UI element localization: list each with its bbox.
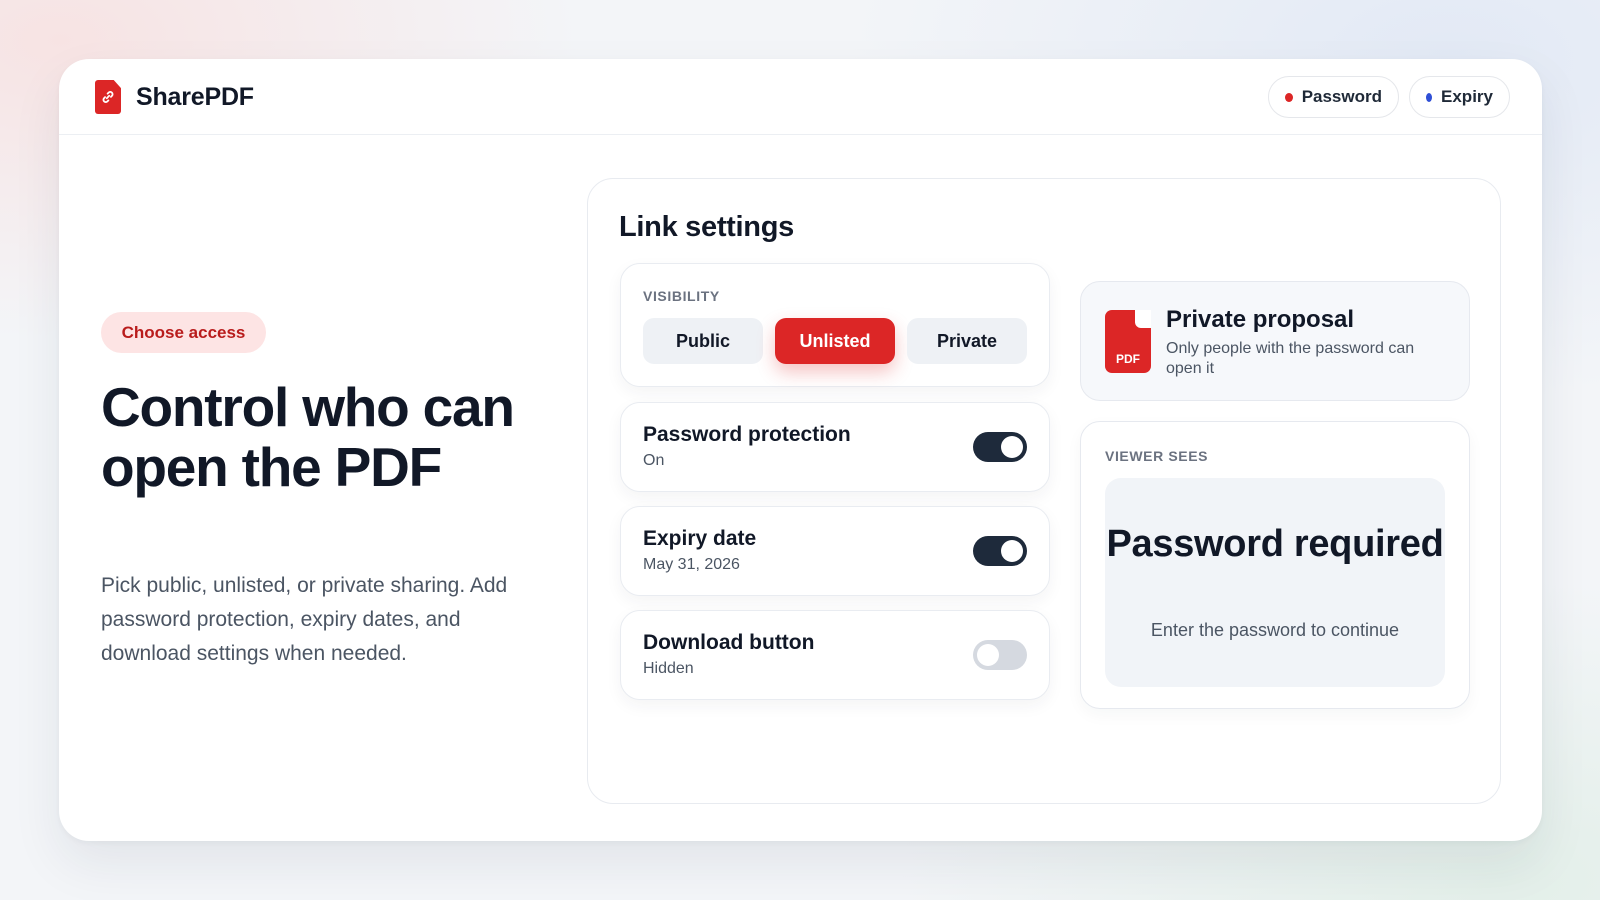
pdf-fold: [1135, 310, 1151, 328]
expiry-date-toggle[interactable]: [973, 536, 1027, 566]
download-button-status: Hidden: [643, 660, 694, 677]
pdf-icon-label: PDF: [1116, 352, 1140, 366]
password-chip[interactable]: Password: [1268, 76, 1399, 118]
expiry-chip[interactable]: Expiry: [1409, 76, 1510, 118]
password-protection-row: Password protection On: [620, 402, 1050, 492]
panel-title: Link settings: [619, 211, 794, 243]
visibility-card: VISIBILITY Public Unlisted Private: [620, 263, 1050, 387]
document-description: Only people with the password can open i…: [1166, 340, 1415, 377]
expiry-date-value: May 31, 2026: [643, 556, 740, 573]
expiry-date-title: Expiry date: [643, 527, 757, 550]
expiry-dot-icon: [1426, 92, 1433, 102]
visibility-public-button[interactable]: Public: [643, 318, 763, 364]
viewer-subtitle: Enter the password to continue: [1150, 620, 1400, 640]
link-icon: [102, 91, 114, 103]
download-button-toggle[interactable]: [973, 640, 1027, 670]
password-protection-toggle[interactable]: [973, 432, 1027, 462]
choose-access-pill: Choose access: [101, 312, 266, 353]
visibility-label: VISIBILITY: [643, 288, 720, 304]
hero-description: Pick public, unlisted, or private sharin…: [101, 574, 508, 665]
expiry-date-row: Expiry date May 31, 2026: [620, 506, 1050, 596]
document-title: Private proposal: [1166, 306, 1355, 333]
visibility-unlisted-button[interactable]: Unlisted: [775, 318, 895, 364]
viewer-preview: Password required Enter the password to …: [1105, 478, 1445, 687]
link-settings-panel: Link settings VISIBILITY Public Unlisted…: [587, 178, 1501, 804]
password-protection-status: On: [643, 452, 665, 469]
document-card: PDF Private proposal Only people with th…: [1080, 281, 1470, 401]
top-bar: SharePDF Password Expiry: [59, 59, 1542, 135]
download-button-row: Download button Hidden: [620, 610, 1050, 700]
viewer-sees-label: VIEWER SEES: [1105, 448, 1209, 464]
app-window: SharePDF Password Expiry Choose access C…: [59, 59, 1542, 841]
password-chip-label: Password: [1301, 87, 1382, 106]
password-protection-title: Password protection: [643, 423, 851, 446]
toggle-knob: [1001, 436, 1023, 458]
password-dot-icon: [1285, 92, 1293, 102]
visibility-private-button[interactable]: Private: [907, 318, 1027, 364]
hero-title: Control who can open the PDF: [101, 376, 515, 498]
brand-name: SharePDF: [136, 83, 254, 111]
toggle-knob: [1001, 540, 1023, 562]
toggle-knob: [977, 644, 999, 666]
viewer-preview-card: VIEWER SEES Password required Enter the …: [1080, 421, 1470, 709]
download-button-title: Download button: [643, 631, 815, 654]
expiry-chip-label: Expiry: [1441, 87, 1493, 106]
file-link-icon: [95, 80, 121, 114]
viewer-title: Password required: [1106, 523, 1444, 565]
